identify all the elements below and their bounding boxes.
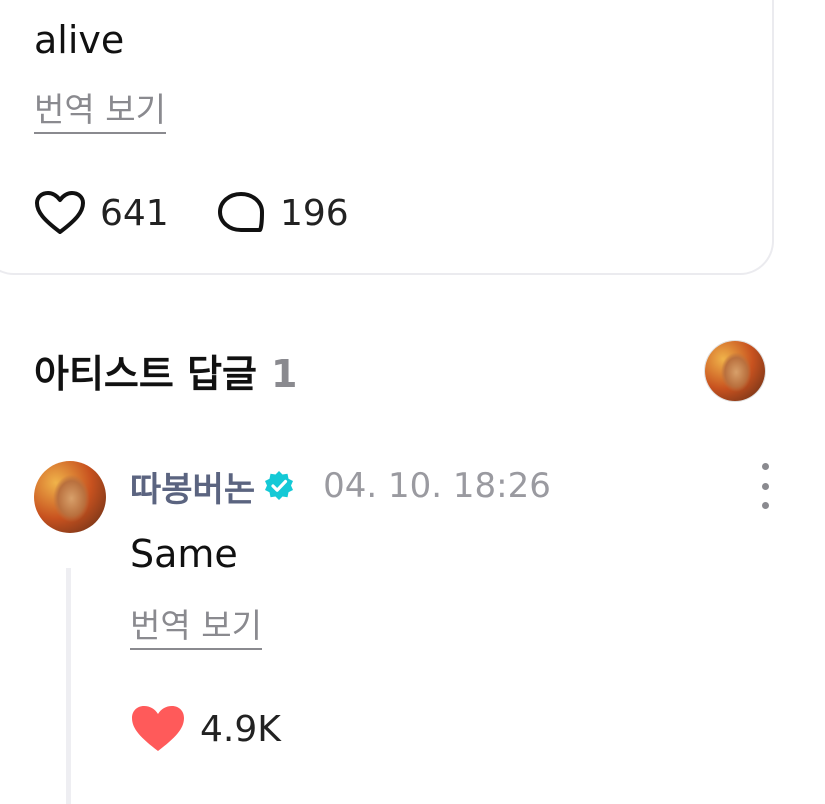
post-translate-link[interactable]: 번역 보기 <box>34 90 166 134</box>
comment-like-button[interactable]: 4.9K <box>130 704 281 754</box>
comment-author-name[interactable]: 따봉버논 <box>130 462 255 511</box>
post-like-count: 641 <box>100 192 169 234</box>
verified-badge-icon <box>265 471 294 500</box>
comment-translate-link[interactable]: 번역 보기 <box>130 606 262 650</box>
comment-avatar-image <box>34 461 106 533</box>
thread-line <box>66 568 71 804</box>
comment-text: Same <box>130 532 238 576</box>
heart-filled-icon <box>132 706 184 751</box>
artist-replies-title: 아티스트 답글 <box>34 352 257 396</box>
more-vertical-icon-dot-bottom <box>761 502 769 509</box>
speech-bubble-icon <box>218 192 264 232</box>
post-like-button[interactable]: 641 <box>34 190 169 236</box>
more-vertical-icon-dot-top <box>761 463 769 470</box>
comment-timestamp: 04. 10. 18:26 <box>323 466 551 506</box>
artist-replies-header: 아티스트 답글 1 <box>34 343 297 398</box>
more-options-button[interactable] <box>752 463 778 509</box>
comment-like-count: 4.9K <box>200 708 281 750</box>
post-comment-count: 196 <box>280 192 349 234</box>
artist-avatar[interactable] <box>704 340 766 402</box>
more-vertical-icon-dot-middle <box>761 482 769 490</box>
heart-outline-icon <box>35 191 85 234</box>
comment-author-avatar[interactable] <box>34 461 106 533</box>
artist-avatar-image <box>705 341 765 401</box>
artist-replies-count: 1 <box>271 352 298 396</box>
post-text: alive <box>34 18 125 62</box>
comment-meta: 따봉버논 04. 10. 18:26 <box>130 462 551 510</box>
post-comment-button[interactable]: 196 <box>216 190 349 236</box>
page: alive 번역 보기 641 196 아티스트 답글 1 따봉버논 04. 1… <box>0 0 825 804</box>
